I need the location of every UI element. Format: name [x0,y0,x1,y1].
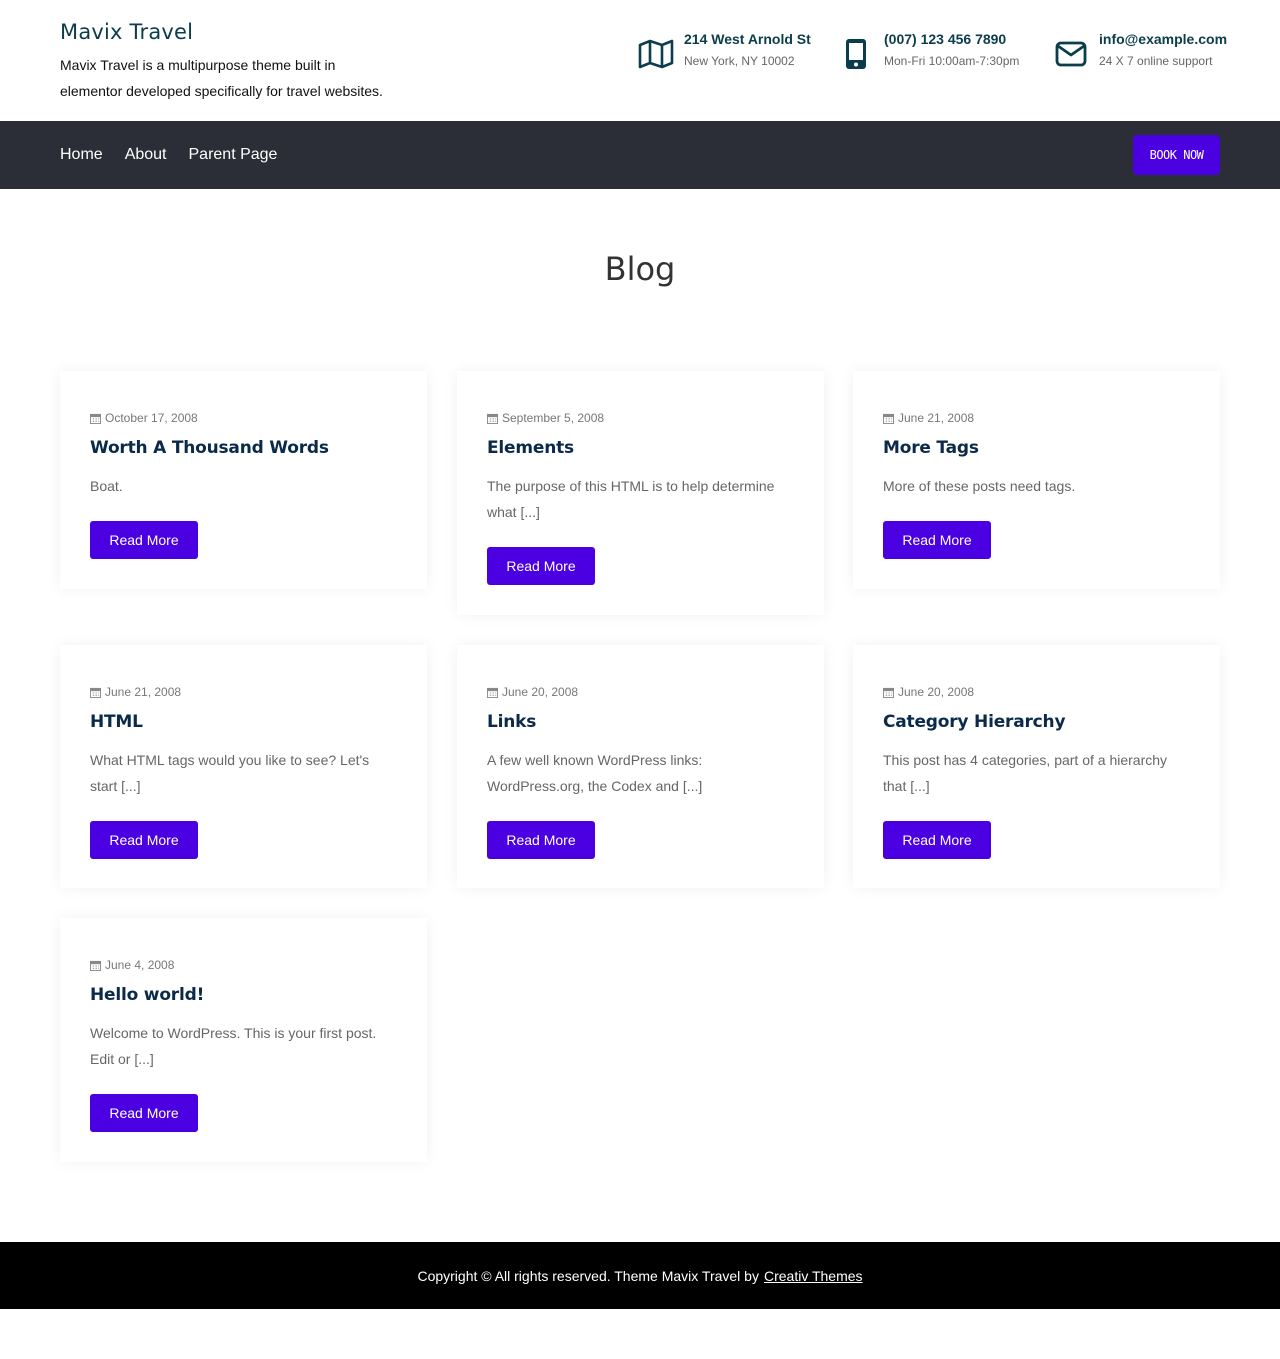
post-date: October 17, 2008 [90,405,397,431]
post-date: September 5, 2008 [487,405,794,431]
site-footer: Copyright © All rights reserved. Theme M… [0,1242,1280,1309]
address-city: New York, NY 10002 [684,54,795,68]
nav-item-home[interactable]: Home [60,146,103,164]
read-more-button[interactable]: Read More [883,521,991,559]
envelope-icon [1053,36,1089,72]
post-date-text: June 20, 2008 [502,685,579,699]
book-now-button[interactable]: BOOK NOW [1133,135,1220,175]
calendar-icon [90,413,101,424]
calendar-icon [883,687,894,698]
post-date: June 20, 2008 [883,679,1190,705]
site-title[interactable]: Mavix Travel [60,20,460,44]
post-title[interactable]: HTML [90,711,397,733]
post-card: June 4, 2008 Hello world! Welcome to Wor… [60,918,427,1162]
post-excerpt: More of these posts need tags. [883,478,1076,494]
read-more-button[interactable]: Read More [487,547,595,585]
read-more-button[interactable]: Read More [883,821,991,859]
post-card: June 21, 2008 HTML What HTML tags would … [60,645,427,888]
site-description: Mavix Travel is a multipurpose theme bui… [60,57,383,99]
post-date-text: June 21, 2008 [105,685,182,699]
post-card: September 5, 2008 Elements The purpose o… [457,371,824,615]
post-card: October 17, 2008 Worth A Thousand Words … [60,371,427,589]
post-excerpt: Welcome to WordPress. This is your first… [90,1025,377,1067]
read-more-button[interactable]: Read More [487,821,595,859]
calendar-icon [487,687,498,698]
post-card: June 20, 2008 Category Hierarchy This po… [853,645,1220,888]
contact-phone: (007) 123 456 7890 Mon-Fri 10:00am-7:30p… [838,30,1019,72]
post-date: June 20, 2008 [487,679,794,705]
post-excerpt: This post has 4 categories, part of a hi… [883,752,1168,794]
post-excerpt: A few well known WordPress links: WordPr… [487,752,703,794]
read-more-button[interactable]: Read More [90,821,198,859]
post-title[interactable]: Links [487,711,794,733]
calendar-icon [90,960,101,971]
post-date: June 21, 2008 [90,679,397,705]
post-card: June 20, 2008 Links A few well known Wor… [457,645,824,888]
site-header: Mavix Travel Mavix Travel is a multipurp… [0,0,1280,121]
read-more-button[interactable]: Read More [90,521,198,559]
email-address[interactable]: info@example.com [1099,30,1227,48]
post-title[interactable]: More Tags [883,437,1190,459]
post-date-text: October 17, 2008 [105,411,198,425]
contact-email: info@example.com 24 X 7 online support [1053,30,1227,72]
email-support: 24 X 7 online support [1099,54,1213,68]
post-date: June 21, 2008 [883,405,1190,431]
page-title: Blog [604,250,676,288]
post-date-text: June 4, 2008 [105,958,175,972]
copyright-text: Copyright © All rights reserved. Theme M… [417,1267,759,1284]
post-date-text: June 21, 2008 [898,411,975,425]
nav-menu: Home About Parent Page [60,121,299,189]
read-more-button[interactable]: Read More [90,1094,198,1132]
map-icon [638,36,674,72]
phone-hours: Mon-Fri 10:00am-7:30pm [884,54,1020,68]
post-date-text: September 5, 2008 [502,411,605,425]
brand: Mavix Travel Mavix Travel is a multipurp… [60,20,460,104]
post-title[interactable]: Elements [487,437,794,459]
calendar-icon [487,413,498,424]
contact-address: 214 West Arnold St New York, NY 10002 [638,30,811,72]
post-excerpt: What HTML tags would you like to see? Le… [90,752,370,794]
post-excerpt: The purpose of this HTML is to help dete… [487,478,775,520]
nav-item-about[interactable]: About [125,146,167,164]
main-navigation: Home About Parent Page BOOK NOW [0,121,1280,189]
calendar-icon [883,413,894,424]
address-line: 214 West Arnold St [684,31,811,47]
post-title[interactable]: Category Hierarchy [883,711,1190,733]
mobile-phone-icon [838,36,874,72]
phone-number[interactable]: (007) 123 456 7890 [884,30,1019,48]
post-title[interactable]: Worth A Thousand Words [90,437,397,459]
creativ-themes-link[interactable]: Creativ Themes [764,1268,863,1284]
post-title[interactable]: Hello world! [90,984,397,1006]
post-date-text: June 20, 2008 [898,685,975,699]
post-date: June 4, 2008 [90,952,397,978]
nav-item-parent-page[interactable]: Parent Page [189,146,278,164]
calendar-icon [90,687,101,698]
post-excerpt: Boat. [90,478,123,494]
post-card: June 21, 2008 More Tags More of these po… [853,371,1220,589]
